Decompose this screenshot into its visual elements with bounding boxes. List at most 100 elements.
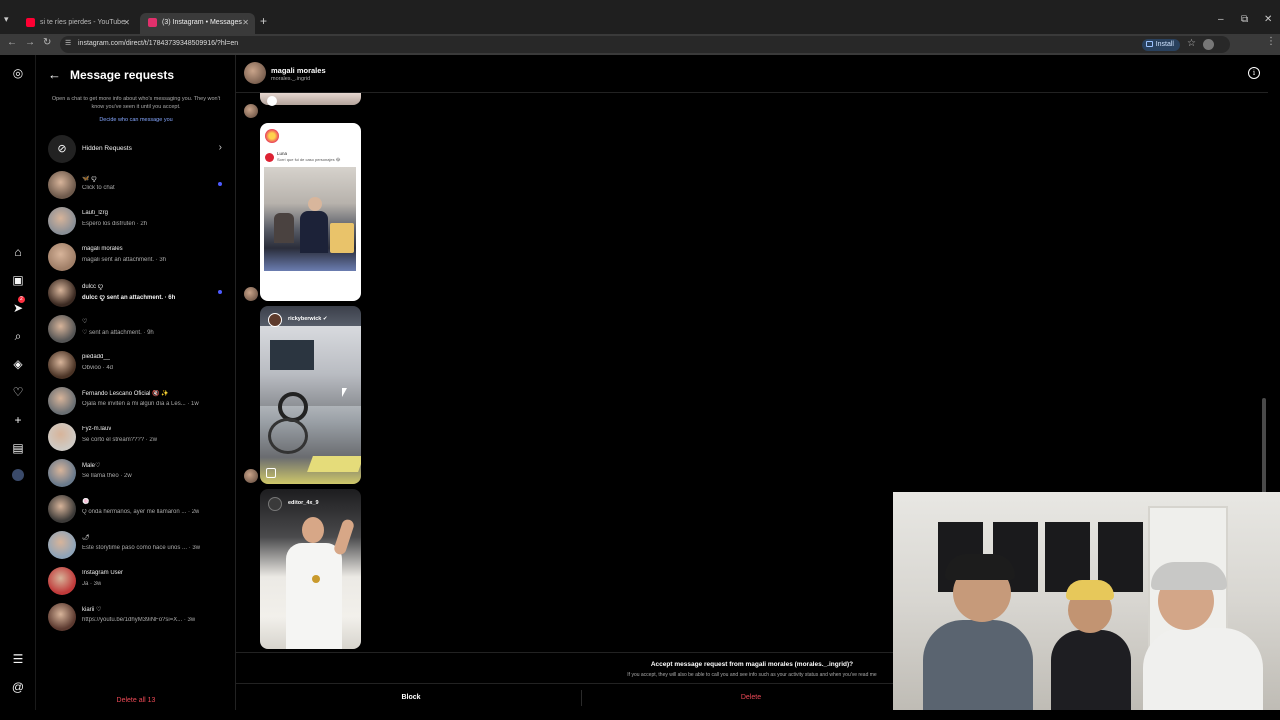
url-text: instagram.com/direct/t/17843739348509916… xyxy=(78,40,239,47)
request-row[interactable]: kiarii ♡ https://youtu.be/1dhyM39iNFo?si=… xyxy=(48,602,224,632)
shared-post-partial[interactable] xyxy=(260,93,361,106)
request-row[interactable]: Fernando Lescano Oficial 🔇 ✨ Ojalá me inv… xyxy=(48,386,224,416)
reels-icon[interactable]: ▣ xyxy=(11,273,25,287)
request-row[interactable]: 🍥 Q onda hermanos, ayer me llamaron ... ·… xyxy=(48,494,224,524)
site-info-icon[interactable]: ☰ xyxy=(65,39,71,47)
bookmark-star-icon[interactable]: ☆ xyxy=(1187,38,1196,49)
explore-icon[interactable]: ◈ xyxy=(11,357,25,371)
webcam-overlay xyxy=(893,492,1280,710)
request-row[interactable]: Instagram User Ja · 3w xyxy=(48,566,224,596)
new-tab-icon[interactable]: + xyxy=(260,14,267,28)
photo-person-head xyxy=(308,197,322,211)
reel-thumbnail-medal xyxy=(312,575,320,583)
photo-box xyxy=(330,223,354,253)
back-icon[interactable]: ← xyxy=(7,37,17,48)
request-row[interactable]: piedadd__ Obvioo · 4d xyxy=(48,350,224,380)
close-tab-icon[interactable]: ✕ xyxy=(242,18,249,27)
panel-description: Open a chat to get more info about who's… xyxy=(51,96,221,110)
streamer-right-body xyxy=(1143,628,1263,710)
install-icon xyxy=(1145,41,1153,47)
panel-title: Message requests xyxy=(70,68,175,82)
minimize-icon[interactable]: – xyxy=(1218,14,1224,25)
tab-search-icon[interactable]: ▾ xyxy=(4,14,18,28)
block-button[interactable]: Block xyxy=(236,684,586,712)
forward-icon[interactable]: → xyxy=(25,37,35,48)
request-preview: Q onda hermanos, ayer me llamaron ... · … xyxy=(82,509,200,515)
photo-person xyxy=(274,213,294,243)
request-name: magali morales xyxy=(82,246,123,252)
search-icon[interactable]: ⌕ xyxy=(11,329,25,343)
delete-button[interactable]: Delete xyxy=(581,684,921,712)
bottom-strip xyxy=(0,710,1280,720)
eye-off-icon: ⊘ xyxy=(48,135,76,163)
request-preview: ♡ sent an attachment. · 9h xyxy=(82,330,154,336)
hidden-requests-row[interactable]: ⊘ Hidden Requests › xyxy=(48,135,228,163)
tab-instagram[interactable]: (3) Instagram • Messages ✕ xyxy=(140,13,255,34)
request-row[interactable]: Male♡ Se llama theo · 2w xyxy=(48,458,224,488)
request-preview: Se cortó el stream???? · 2w xyxy=(82,437,158,443)
notifications-icon[interactable]: ♡ xyxy=(11,385,25,399)
instagram-icon[interactable]: ◎ xyxy=(11,66,25,80)
request-row[interactable]: ♡ ♡ sent an attachment. · 9h xyxy=(48,314,224,344)
messages-icon[interactable]: ➤ 2 xyxy=(11,296,25,315)
streamer-right-cap xyxy=(1151,562,1227,590)
shared-post-card[interactable]: Luna Sorrí que fui de caso personajes 😂 xyxy=(260,123,361,301)
reel-author-handle: editor_4x_9 xyxy=(288,500,319,506)
request-row[interactable]: 🌶 Este storytime pasó como hace unos ... … xyxy=(48,530,224,560)
address-bar[interactable]: ☰ instagram.com/direct/t/178437393485099… xyxy=(60,36,1230,53)
request-row[interactable]: Fyz-m.lauv Se cortó el stream???? · 2w xyxy=(48,422,224,452)
reel-thumbnail-window xyxy=(270,340,314,370)
browser-nav-bar: ← → ↻ ☰ instagram.com/direct/t/178437393… xyxy=(0,34,1280,55)
reel-author-handle: rickyberwick ✔ xyxy=(288,316,328,322)
request-row[interactable]: magali morales magali sent an attachment.… xyxy=(48,242,224,272)
dashboard-icon[interactable]: ▤ xyxy=(11,441,25,455)
unread-dot xyxy=(218,182,222,186)
reload-icon[interactable]: ↻ xyxy=(43,37,51,48)
chat-header: magali morales morales._.ingrid i xyxy=(236,55,1268,93)
request-name: Male♡ xyxy=(82,463,101,469)
request-name: dulcc ꨄ xyxy=(82,284,104,290)
back-arrow-icon[interactable]: ← xyxy=(48,67,61,82)
restore-icon[interactable]: ⧉ xyxy=(1241,14,1248,25)
shared-reel-card[interactable]: editor_4x_9 xyxy=(260,489,361,649)
install-button[interactable]: Install xyxy=(1141,39,1180,51)
sender-avatar xyxy=(244,104,258,118)
browser-profile-avatar[interactable] xyxy=(1203,39,1214,50)
request-avatar xyxy=(48,531,76,559)
request-avatar xyxy=(48,495,76,523)
menu-icon[interactable]: ☰ xyxy=(11,652,25,666)
info-icon[interactable]: i xyxy=(1248,67,1260,79)
tab-youtube[interactable]: si te ríes pierdes - YouTube ✕ xyxy=(18,13,136,34)
request-preview: dulcc ꨄ sent an attachment. · 6h xyxy=(82,295,176,301)
request-avatar xyxy=(48,603,76,631)
home-icon[interactable]: ⌂ xyxy=(11,245,25,259)
request-preview: Click to chat xyxy=(82,185,115,191)
messages-badge: 2 xyxy=(18,296,25,303)
install-label: Install xyxy=(1155,41,1174,48)
request-row[interactable]: 🦋 ꨄ Click to chat xyxy=(48,170,224,200)
reel-thumbnail-arm xyxy=(332,518,356,556)
instagram-favicon-icon xyxy=(148,18,157,27)
profile-icon[interactable] xyxy=(11,469,25,483)
request-name: piedadd__ xyxy=(82,354,111,360)
caption-name: Luna xyxy=(277,151,288,156)
threads-icon[interactable]: @ xyxy=(11,680,25,694)
close-tab-icon[interactable]: ✕ xyxy=(123,18,130,27)
request-name: 🌶 xyxy=(82,535,90,541)
request-row[interactable]: Lauti_lzrg Espero los disfruten · 2h xyxy=(48,206,224,236)
browser-menu-icon[interactable]: ⋮ xyxy=(1266,36,1276,47)
chat-name[interactable]: magali morales xyxy=(271,66,326,75)
request-preview: Se llama theo · 2w xyxy=(82,473,132,479)
decide-who-can-message-link[interactable]: Decide who can message you xyxy=(36,117,236,123)
message-requests-panel: ← Message requests Open a chat to get mo… xyxy=(36,55,236,710)
request-row[interactable]: dulcc ꨄ dulcc ꨄ sent an attachment. · 6h xyxy=(48,278,224,308)
chat-avatar[interactable] xyxy=(244,62,266,84)
request-preview: https://youtu.be/1dhyM39iNFo?si=X... · 3… xyxy=(82,617,196,623)
delete-all-button[interactable]: Delete all 13 xyxy=(36,697,236,704)
caption-avatar xyxy=(265,153,274,162)
close-window-icon[interactable]: ✕ xyxy=(1264,14,1272,25)
photo-person-body xyxy=(300,211,328,253)
post-author-avatar xyxy=(265,129,279,143)
request-avatar xyxy=(48,351,76,379)
create-icon[interactable]: + xyxy=(11,413,25,427)
